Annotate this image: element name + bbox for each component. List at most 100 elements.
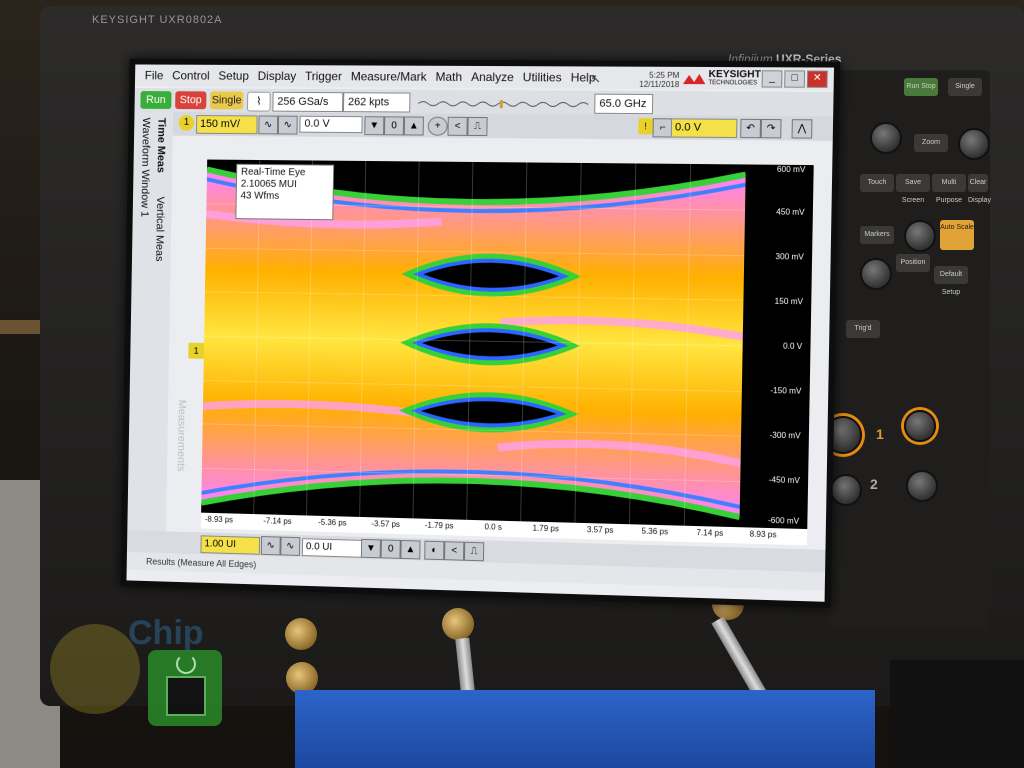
hoffset-zero-icon[interactable]: 0 [380, 539, 401, 559]
tab-time-meas[interactable]: Time Meas [155, 118, 168, 173]
measurements-watermark: Measurements [174, 399, 188, 472]
mouse-pointer-icon: ↖ [590, 71, 602, 86]
offset-down-icon[interactable]: ▼ [364, 116, 385, 136]
window-controls: _ □ ✕ [761, 70, 828, 88]
hw-clear-display-button[interactable]: Clear Display [968, 174, 991, 204]
hprobe-icon[interactable]: ⎍ [463, 541, 485, 562]
channel-toolbar: 1 150 mV/ ∿ ∿ 0.0 V ▼ 0 ▲ + < ⎍ ! ⌐ 0.0 … [134, 111, 834, 141]
channel-1-badge[interactable]: 1 [178, 114, 195, 131]
close-icon[interactable]: ✕ [806, 70, 828, 88]
x-tick-label: 7.14 ps [696, 528, 724, 538]
hardware-control-panel: Run Stop Single Zoom Touch Save Screen M… [824, 70, 991, 630]
x-tick-label: 3.57 ps [586, 525, 614, 535]
scale-up-icon[interactable]: ∿ [277, 115, 298, 135]
hw-default-setup-button[interactable]: Default Setup [934, 266, 968, 296]
trigger-level-field[interactable]: 0.0 V [670, 118, 738, 139]
hw-zoom-button[interactable]: Zoom [914, 134, 948, 152]
x-tick-label: 5.36 ps [641, 526, 669, 537]
hw-multipurpose-button[interactable]: Multi Purpose [932, 174, 966, 204]
tab-vertical-meas[interactable]: Vertical Meas [153, 196, 166, 261]
add-icon[interactable]: + [427, 116, 448, 136]
channel-scale-field[interactable]: 150 mV/ [196, 115, 258, 135]
chip-icon [166, 676, 206, 716]
hw-touch-button[interactable]: Touch [860, 174, 894, 192]
restore-icon[interactable]: □ [784, 70, 806, 88]
keysight-wave-icon [682, 73, 706, 85]
menu-file[interactable]: File [145, 68, 164, 82]
menu-display[interactable]: Display [258, 69, 297, 83]
x-tick-label: -3.57 ps [371, 519, 400, 529]
watermark-logo [148, 650, 222, 726]
undo-icon[interactable]: ↶ [740, 118, 762, 139]
hw-single-button[interactable]: Single [948, 78, 982, 96]
ch2-number: 2 [870, 476, 878, 492]
y-tick-label: -300 mV [769, 430, 801, 441]
menu-utilities[interactable]: Utilities [523, 70, 562, 84]
sample-rate-field[interactable]: 256 GSa/s [272, 91, 344, 113]
hw-trigd-indicator: Trig'd [846, 320, 880, 338]
x-scale-field[interactable]: 1.00 UI [200, 535, 261, 555]
ch2-scale-knob[interactable] [830, 474, 862, 506]
tab-waveform-window[interactable]: Waveform Window 1 [138, 118, 151, 218]
ch1-input-connector [442, 608, 474, 640]
keyboard [890, 660, 1024, 768]
eye-info-ui: 2.10065 MUI [240, 178, 297, 191]
hw-position-button[interactable]: Position [896, 254, 930, 272]
back-icon[interactable]: < [447, 116, 468, 136]
scale-down-icon[interactable]: ∿ [258, 115, 279, 135]
chassis-brand: KEYSIGHT UXR0802A [92, 14, 223, 26]
channel-ground-marker[interactable]: 1 [188, 342, 205, 359]
y-tick-label: 450 mV [776, 207, 805, 217]
power-icon [176, 654, 196, 674]
hw-save-screen-button[interactable]: Save Screen [896, 174, 930, 204]
autoscale-icon[interactable]: ⌇ [246, 91, 271, 112]
watermark-text: Chip [128, 614, 204, 652]
hoffset-up-icon[interactable]: ▲ [400, 539, 421, 560]
bandwidth-field[interactable]: 65.0 GHz [594, 93, 654, 115]
marker-knob[interactable] [904, 220, 936, 252]
trigger-knob[interactable] [860, 258, 892, 290]
hback-icon[interactable]: < [444, 541, 465, 561]
menu-trigger[interactable]: Trigger [305, 69, 342, 83]
hoffset-down-icon[interactable]: ▼ [360, 538, 381, 559]
offset-zero-icon[interactable]: 0 [384, 116, 405, 136]
x-tick-label: 1.79 ps [532, 523, 560, 534]
x-tick-label: -7.14 ps [263, 516, 292, 526]
hw-autoscale-button[interactable]: Auto Scale [940, 220, 974, 250]
menu-analyze[interactable]: Analyze [471, 70, 514, 84]
horizontal-knob[interactable] [870, 122, 902, 154]
waveform-icon[interactable]: ⋀ [791, 119, 813, 139]
aux-connector [285, 618, 317, 650]
y-tick-label: 300 mV [775, 252, 804, 262]
y-axis-labels: 600 mV 450 mV 300 mV 150 mV 0.0 V -150 m… [744, 165, 812, 529]
menu-measure-mark[interactable]: Measure/Mark [351, 69, 427, 83]
trigger-level-badge[interactable]: ! [638, 118, 653, 135]
x-tick-label: 8.93 ps [749, 529, 777, 540]
ch1-offset-knob[interactable] [904, 410, 936, 442]
clock-date: 12/11/2018 [639, 79, 680, 90]
stop-button[interactable]: Stop [175, 91, 207, 110]
x-offset-field[interactable]: 0.0 UI [301, 538, 363, 558]
ch2-offset-knob[interactable] [906, 470, 938, 502]
hw-run-stop-button[interactable]: Run Stop [904, 78, 938, 96]
offset-up-icon[interactable]: ▲ [403, 116, 424, 136]
run-button[interactable]: Run [140, 91, 172, 109]
y-tick-label: 600 mV [776, 164, 806, 175]
minimize-icon[interactable]: _ [761, 70, 783, 88]
horizontal-knob-2[interactable] [958, 128, 990, 160]
single-button[interactable]: Single [210, 91, 244, 110]
hw-markers-button[interactable]: Markers [860, 226, 894, 244]
hscale-up-icon[interactable]: ∿ [280, 536, 301, 556]
redo-icon[interactable]: ↷ [760, 118, 782, 139]
timebase-track-icon[interactable] [418, 100, 588, 109]
marker-icon[interactable]: ◐ [424, 540, 445, 561]
x-tick-label: -5.36 ps [318, 517, 347, 528]
hscale-down-icon[interactable]: ∿ [260, 536, 281, 556]
menu-math[interactable]: Math [435, 70, 462, 84]
channel-offset-field[interactable]: 0.0 V [299, 115, 363, 134]
menu-setup[interactable]: Setup [218, 69, 249, 83]
probe-icon[interactable]: ⎍ [467, 116, 488, 137]
memory-depth-field[interactable]: 262 kpts [342, 92, 411, 113]
x-tick-label: -8.93 ps [204, 514, 234, 525]
menu-control[interactable]: Control [172, 69, 210, 83]
